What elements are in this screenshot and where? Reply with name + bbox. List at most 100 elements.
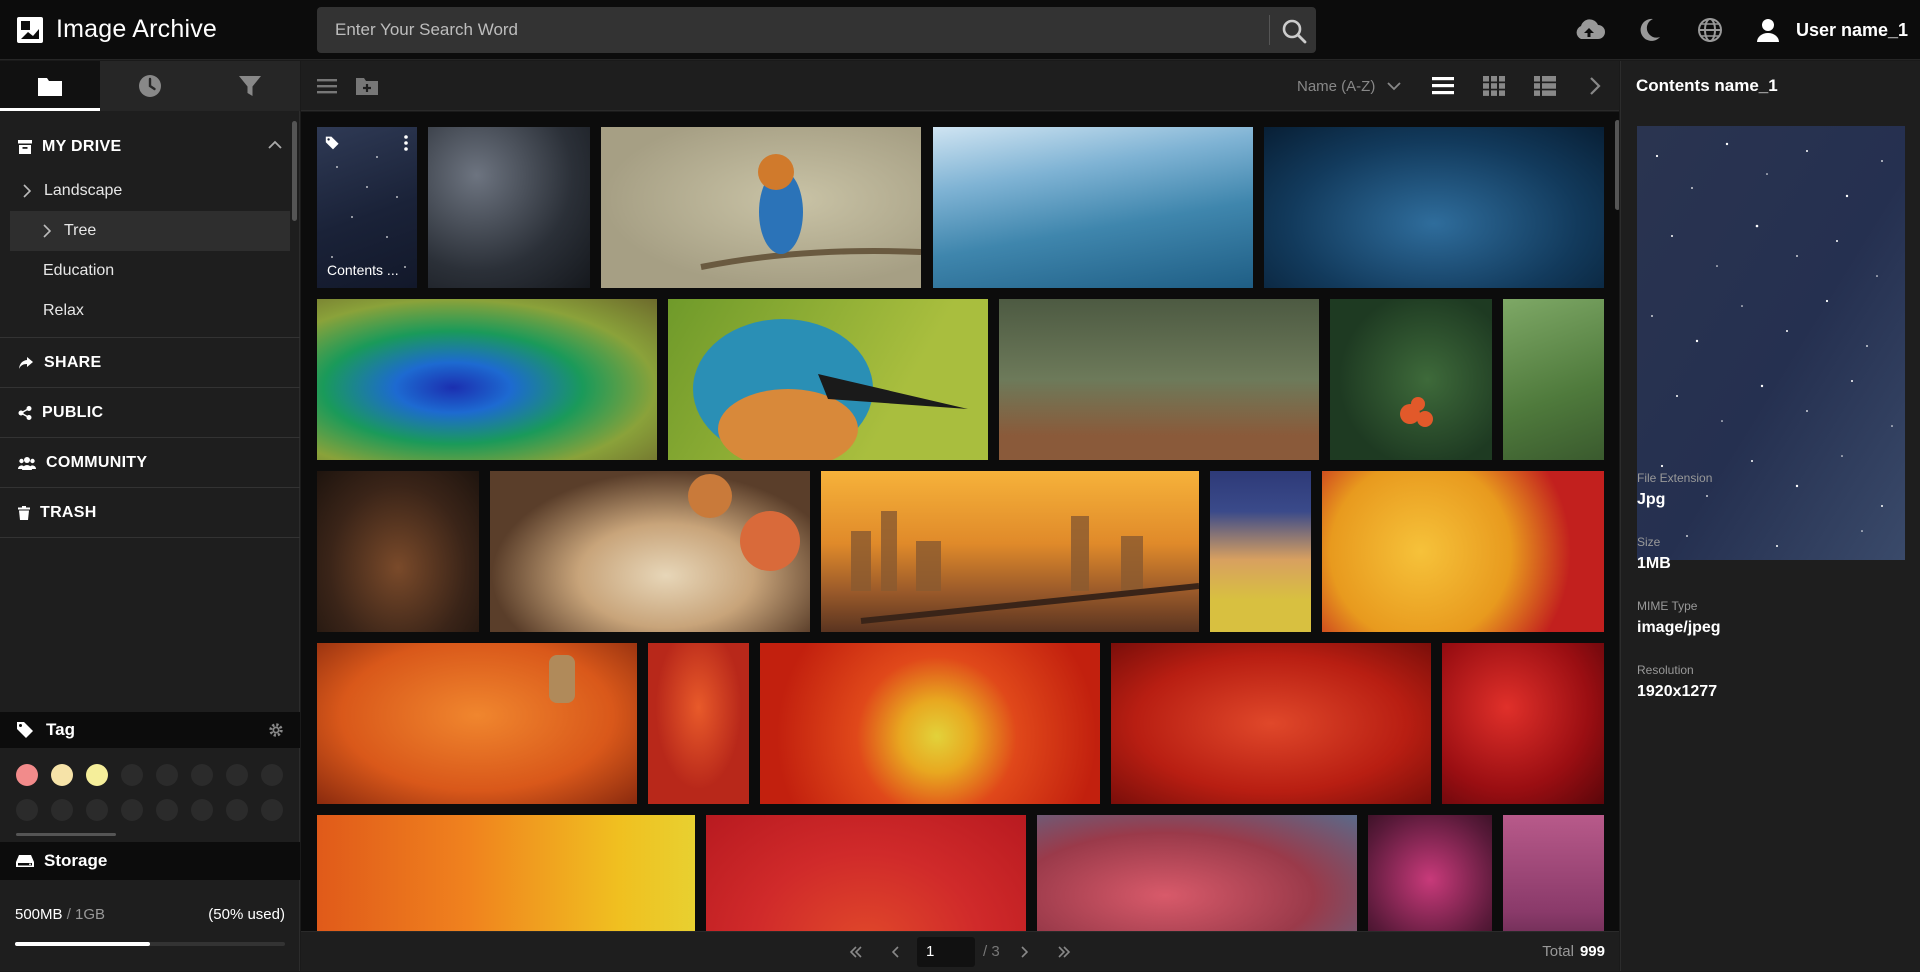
sidebar-item-label: SHARE [44, 353, 102, 371]
language-button[interactable] [1694, 14, 1726, 46]
tag-color-dot[interactable] [86, 764, 108, 786]
image-tile[interactable] [648, 643, 749, 804]
storage-info: 500MB / 1GB (50% used) [15, 906, 285, 923]
image-tile[interactable] [668, 299, 988, 460]
size-label: Size [1637, 535, 1661, 549]
sidebar-item-trash[interactable]: TRASH [0, 488, 300, 538]
hard-drive-icon [16, 854, 34, 868]
view-detail-button[interactable] [1533, 74, 1557, 98]
view-list-button[interactable] [1431, 74, 1455, 98]
tag-color-dot[interactable] [16, 799, 38, 821]
tag-color-dot[interactable] [51, 764, 73, 786]
dark-mode-toggle[interactable] [1634, 14, 1666, 46]
moon-icon [1638, 17, 1662, 43]
detail-view-icon [1534, 76, 1556, 96]
public-icon [18, 405, 32, 420]
list-view-icon [1432, 76, 1454, 96]
tag-color-dot[interactable] [121, 799, 143, 821]
app-logo[interactable]: Image Archive [16, 15, 217, 44]
image-tile[interactable] [1368, 815, 1492, 931]
tag-color-dot[interactable] [261, 764, 283, 786]
tag-color-dot[interactable] [156, 799, 178, 821]
image-tile[interactable] [317, 643, 637, 804]
chevron-right-icon[interactable] [20, 184, 34, 198]
chevron-up-icon[interactable] [268, 140, 282, 150]
gear-icon[interactable] [268, 722, 284, 738]
tag-color-dot[interactable] [86, 799, 108, 821]
image-tile[interactable] [317, 471, 479, 632]
sidebar-nav: MY DRIVE Landscape Tree Education Relax … [0, 123, 300, 538]
image-tile[interactable] [821, 471, 1199, 632]
tag-color-dot[interactable] [191, 799, 213, 821]
tag-icon[interactable] [325, 135, 341, 151]
sidebar-item-community[interactable]: COMMUNITY [0, 438, 300, 488]
tag-color-dot[interactable] [226, 799, 248, 821]
image-tile[interactable] [1322, 471, 1604, 632]
page-number-input[interactable]: 1 [917, 937, 975, 967]
last-page-button[interactable] [1054, 942, 1074, 962]
tag-color-dot[interactable] [261, 799, 283, 821]
view-grid-button[interactable] [1482, 74, 1506, 98]
image-tile[interactable] [1111, 643, 1431, 804]
chevron-right-icon[interactable] [40, 224, 54, 238]
tag-color-dot[interactable] [121, 764, 143, 786]
tag-color-dot[interactable] [191, 764, 213, 786]
image-tile[interactable] [317, 299, 657, 460]
gallery-scrollbar[interactable] [1615, 120, 1619, 210]
more-vertical-icon[interactable] [403, 135, 409, 151]
chevron-right-icon [1020, 946, 1028, 958]
tag-color-dot[interactable] [226, 764, 248, 786]
next-page-button[interactable] [1014, 942, 1034, 962]
total-value: 999 [1579, 943, 1605, 960]
upload-button[interactable] [1573, 14, 1605, 46]
sidebar-item-public[interactable]: PUBLIC [0, 388, 300, 438]
my-drive-header[interactable]: MY DRIVE [0, 123, 300, 171]
tag-scrollbar[interactable] [16, 833, 116, 836]
image-tile[interactable] [1037, 815, 1357, 931]
search-input[interactable]: Enter Your Search Word [335, 7, 518, 53]
tag-color-dot[interactable] [156, 764, 178, 786]
tab-folders[interactable] [0, 61, 100, 111]
image-tile[interactable] [706, 815, 1026, 931]
filter-icon [238, 74, 262, 98]
sort-dropdown[interactable]: Name (A-Z) [1297, 61, 1401, 111]
prev-page-button[interactable] [886, 942, 906, 962]
image-tile[interactable]: Contents ... [317, 127, 417, 288]
sidebar-item-education[interactable]: Education [0, 251, 300, 291]
detail-preview-image [1637, 126, 1905, 560]
page-total: / 3 [983, 943, 1000, 960]
image-tile[interactable] [428, 127, 590, 288]
tag-color-dot[interactable] [16, 764, 38, 786]
sidebar-item-landscape[interactable]: Landscape [0, 171, 300, 211]
image-tile[interactable] [999, 299, 1319, 460]
sidebar-scrollbar[interactable] [292, 121, 297, 221]
user-menu[interactable]: User name_1 [1756, 14, 1908, 46]
menu-button[interactable] [315, 74, 339, 98]
image-tile[interactable] [317, 815, 695, 931]
mime-type-label: MIME Type [1637, 599, 1698, 613]
image-tile[interactable] [1442, 643, 1604, 804]
storage-separator: / [66, 906, 76, 923]
image-tile[interactable] [490, 471, 810, 632]
image-tile[interactable] [1503, 815, 1604, 931]
search-button[interactable] [1280, 17, 1308, 45]
sidebar-item-label: COMMUNITY [46, 453, 148, 471]
tab-recent[interactable] [100, 61, 200, 111]
image-tile[interactable] [933, 127, 1253, 288]
community-icon [18, 456, 36, 470]
image-tile[interactable] [760, 643, 1100, 804]
image-tile[interactable] [1210, 471, 1311, 632]
tag-color-dot[interactable] [51, 799, 73, 821]
first-page-button[interactable] [846, 942, 866, 962]
toggle-details-button[interactable] [1583, 74, 1607, 98]
image-tile[interactable] [1503, 299, 1604, 460]
sidebar-item-share[interactable]: SHARE [0, 338, 300, 388]
new-folder-button[interactable] [355, 74, 379, 98]
image-tile[interactable] [1264, 127, 1604, 288]
chevron-down-icon [1387, 81, 1401, 91]
sidebar-item-tree[interactable]: Tree [10, 211, 290, 251]
image-tile[interactable] [601, 127, 921, 288]
image-tile[interactable] [1330, 299, 1492, 460]
sidebar-item-relax[interactable]: Relax [0, 291, 300, 331]
tab-filter[interactable] [200, 61, 300, 111]
